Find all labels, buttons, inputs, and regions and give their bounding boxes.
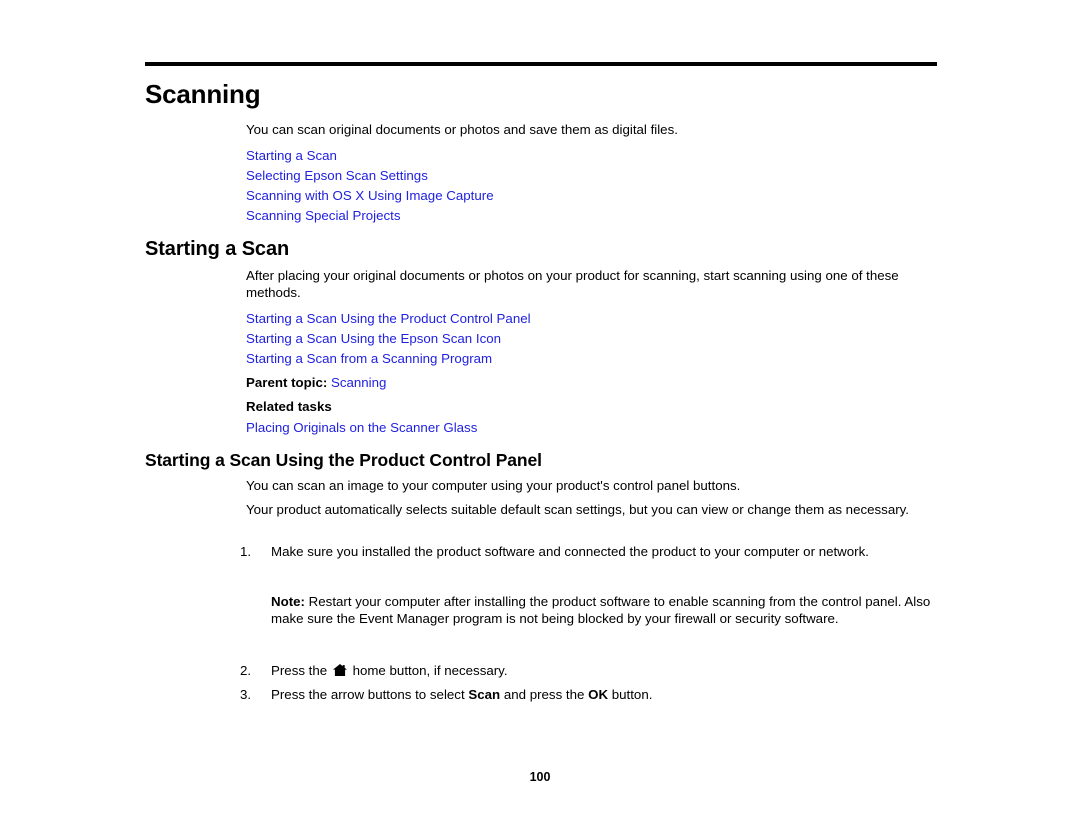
step-number: 2. (240, 663, 252, 678)
step-text-part-3: button. (608, 687, 653, 702)
topic-link-selecting-epson-scan-settings[interactable]: Selecting Epson Scan Settings (246, 166, 494, 186)
note-text: Restart your computer after installing t… (271, 594, 931, 626)
parent-topic-link-scanning[interactable]: Scanning (331, 375, 386, 390)
related-tasks-label: Related tasks (246, 399, 332, 414)
related-tasks-link-list: Placing Originals on the Scanner Glass (246, 418, 477, 438)
step-number: 3. (240, 687, 252, 702)
topic-link-scanning-with-os-x[interactable]: Scanning with OS X Using Image Capture (246, 186, 494, 206)
related-task-link-placing-originals[interactable]: Placing Originals on the Scanner Glass (246, 418, 477, 438)
step-text: Make sure you installed the product soft… (271, 544, 869, 559)
page-number: 100 (529, 770, 551, 784)
section-heading-starting-a-scan: Starting a Scan (145, 238, 290, 260)
topic-link-scan-from-scanning-program[interactable]: Starting a Scan from a Scanning Program (246, 349, 531, 369)
step-text: Press the home button, if necessary. (271, 663, 940, 680)
section-heading-control-panel: Starting a Scan Using the Product Contro… (145, 450, 542, 470)
control-panel-paragraph-1: You can scan an image to your computer u… (246, 478, 741, 493)
parent-topic: Parent topic: Scanning (246, 374, 386, 391)
starting-a-scan-paragraph: After placing your original documents or… (246, 268, 899, 300)
list-item: 1. Make sure you installed the product s… (240, 544, 940, 561)
chapter-divider-rule (145, 62, 937, 66)
home-icon (332, 664, 347, 676)
chapter-intro-paragraph: You can scan original documents or photo… (246, 122, 678, 137)
note-block: Note: Restart your computer after instal… (271, 594, 934, 627)
page-title: Scanning (145, 79, 261, 109)
step-emphasis-ok: OK (588, 687, 609, 702)
topic-link-scan-using-product-control-panel[interactable]: Starting a Scan Using the Product Contro… (246, 309, 531, 329)
related-tasks-heading: Related tasks (246, 398, 332, 415)
step-text-part-1: Press the arrow buttons to select (271, 687, 469, 702)
control-panel-paragraph-2: Your product automatically selects suita… (246, 502, 909, 517)
chapter-topic-link-list: Starting a Scan Selecting Epson Scan Set… (246, 146, 494, 226)
step-number: 1. (240, 544, 252, 559)
list-item: 3. Press the arrow buttons to select Sca… (240, 687, 940, 704)
step-emphasis-scan: Scan (468, 687, 501, 702)
step-text-before-icon: Press the (271, 663, 331, 678)
step-text-after-icon: home button, if necessary. (348, 663, 508, 678)
step-text: Press the arrow buttons to select Scan a… (271, 687, 940, 704)
topic-link-scan-using-epson-scan-icon[interactable]: Starting a Scan Using the Epson Scan Ico… (246, 329, 531, 349)
step-text-part-2: and press the (500, 687, 589, 702)
topic-link-scanning-special-projects[interactable]: Scanning Special Projects (246, 206, 494, 226)
topic-link-starting-a-scan[interactable]: Starting a Scan (246, 146, 494, 166)
starting-a-scan-link-list: Starting a Scan Using the Product Contro… (246, 309, 531, 369)
note-label: Note: (271, 594, 305, 609)
list-item: 2. Press the home button, if necessary. (240, 663, 940, 680)
parent-topic-label: Parent topic: (246, 375, 328, 390)
document-page: Scanning You can scan original documents… (0, 0, 1080, 834)
